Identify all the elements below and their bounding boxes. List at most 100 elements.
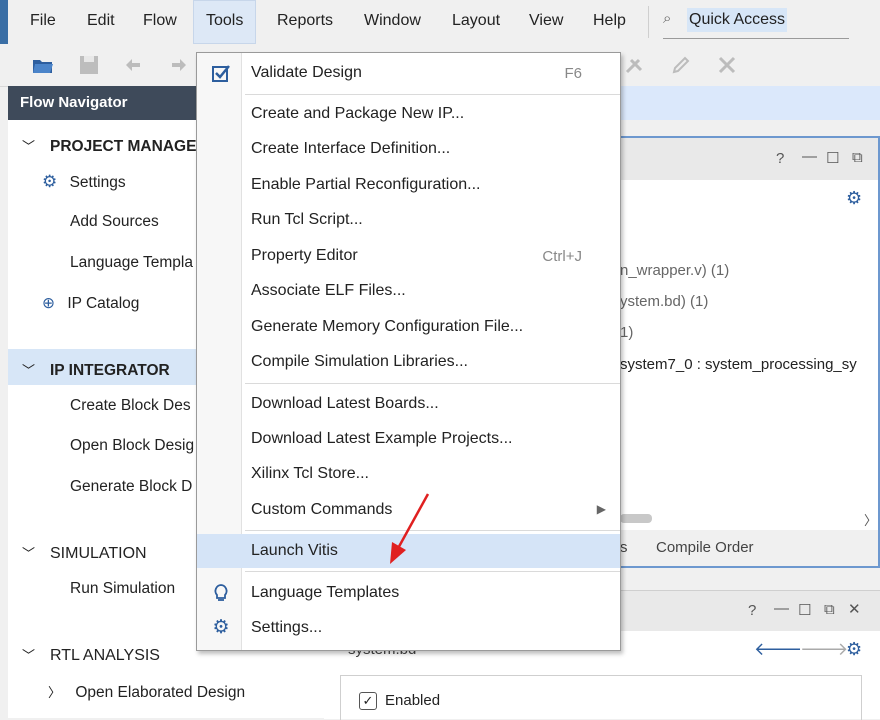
menu-item-download-boards[interactable]: Download Latest Boards... — [197, 387, 620, 421]
disabled-edit-icon[interactable] — [668, 52, 694, 78]
minimize-icon[interactable]: — — [774, 600, 789, 617]
source-line-wrapper[interactable]: n_wrapper.v) (1) — [620, 262, 729, 279]
enabled-checkbox[interactable]: ✓ — [359, 692, 377, 710]
float-icon[interactable]: ⧉ — [852, 149, 863, 166]
menu-separator — [245, 94, 620, 95]
menu-item-create-package-ip[interactable]: Create and Package New IP... — [197, 97, 620, 131]
nav-item-create-block-design[interactable]: Create Block Des — [70, 397, 191, 415]
menu-item-label: Enable Partial Reconfiguration... — [251, 176, 481, 193]
sources-tabs: s Compile Order — [620, 530, 878, 566]
properties-panel-header: ? — ☐ ⧉ ✕ — [620, 591, 880, 631]
menu-item-gen-memory-config[interactable]: Generate Memory Configuration File... — [197, 310, 620, 344]
scroll-right-icon[interactable]: 〉 — [864, 510, 877, 529]
menu-file[interactable]: File — [30, 12, 56, 30]
disabled-clear-icon[interactable] — [714, 52, 740, 78]
menu-layout[interactable]: Layout — [452, 12, 500, 30]
menu-item-label: Property Editor — [251, 247, 358, 264]
help-icon[interactable]: ? — [748, 602, 756, 619]
menu-item-label: Settings... — [251, 619, 323, 636]
nav-item-open-elaborated-design[interactable]: 〉 Open Elaborated Design — [48, 682, 245, 702]
tab-partial[interactable]: s — [620, 539, 628, 556]
enabled-label: Enabled — [385, 692, 441, 709]
menu-item-create-interface[interactable]: Create Interface Definition... — [197, 132, 620, 166]
menu-window[interactable]: Window — [364, 12, 421, 30]
disabled-tool-icon[interactable] — [622, 52, 648, 78]
chevron-down-icon: ﹀ — [22, 546, 36, 561]
undo-icon[interactable] — [120, 52, 146, 78]
nav-item-ip-catalog[interactable]: ⊕ IP Catalog — [42, 294, 139, 313]
menu-bar: File Edit Flow Tools Reports Window Layo… — [0, 0, 880, 44]
menu-item-partial-reconfig[interactable]: Enable Partial Reconfiguration... — [197, 168, 620, 202]
gear-icon[interactable]: ⚙ — [846, 188, 862, 209]
source-line-bd[interactable]: ystem.bd) (1) — [620, 293, 708, 310]
annotation-arrow — [390, 493, 430, 564]
menu-tools[interactable]: Tools — [193, 0, 257, 44]
quick-access-field[interactable]: ⌕ Quick Access — [663, 8, 849, 39]
nav-item-language-templates[interactable]: Language Templa — [70, 254, 193, 272]
float-icon[interactable]: ⧉ — [824, 601, 835, 618]
help-icon[interactable]: ? — [776, 150, 784, 167]
source-line-ps7[interactable]: system7_0 : system_processing_sy — [620, 356, 857, 373]
maximize-icon[interactable]: ☐ — [826, 149, 839, 167]
lightbulb-icon — [214, 584, 228, 601]
menu-flow[interactable]: Flow — [143, 12, 177, 30]
menu-item-label: Download Latest Example Projects... — [251, 430, 513, 447]
section-project-manager[interactable]: ﹀ PROJECT MANAGER — [22, 136, 208, 156]
menu-item-run-tcl[interactable]: Run Tcl Script... — [197, 203, 620, 237]
window-edge — [0, 0, 8, 44]
section-label: RTL ANALYSIS — [50, 647, 160, 664]
menu-item-label: Create and Package New IP... — [251, 105, 465, 122]
menu-item-label: Launch Vitis — [251, 542, 338, 559]
menu-item-settings[interactable]: ⚙ Settings... — [197, 611, 620, 645]
sources-panel-header: ? — ☐ ⧉ — [620, 138, 878, 180]
menu-item-property-editor[interactable]: Property Editor Ctrl+J — [197, 239, 620, 273]
source-line-count[interactable]: 1) — [620, 324, 633, 341]
menu-divider — [648, 6, 649, 38]
menu-separator — [245, 571, 620, 572]
nav-item-open-block-design[interactable]: Open Block Desig — [70, 437, 194, 455]
chevron-down-icon: ﹀ — [22, 648, 36, 663]
menu-item-shortcut: Ctrl+J — [542, 248, 582, 265]
menu-help[interactable]: Help — [593, 12, 626, 30]
gear-icon[interactable]: ⚙ — [846, 639, 862, 660]
validate-checkbox-icon — [212, 65, 230, 82]
open-folder-icon[interactable] — [30, 52, 56, 78]
section-rtl-analysis[interactable]: ﹀ RTL ANALYSIS — [22, 645, 160, 665]
menu-item-download-examples[interactable]: Download Latest Example Projects... — [197, 422, 620, 456]
minimize-icon[interactable]: — — [802, 148, 817, 165]
menu-edit[interactable]: Edit — [87, 12, 115, 30]
menu-item-label: Xilinx Tcl Store... — [251, 465, 369, 482]
menu-reports[interactable]: Reports — [277, 12, 333, 30]
nav-item-settings[interactable]: ⚙ Settings — [42, 172, 126, 192]
section-ip-integrator[interactable]: ﹀ IP INTEGRATOR — [22, 360, 170, 380]
chevron-down-icon: ﹀ — [22, 363, 36, 378]
submenu-arrow-icon: ▶ — [596, 502, 606, 516]
forward-arrow-icon[interactable]: 🡒 — [800, 639, 848, 660]
nav-item-generate-block-design[interactable]: Generate Block D — [70, 478, 192, 496]
menu-item-associate-elf[interactable]: Associate ELF Files... — [197, 274, 620, 308]
menu-item-label: Compile Simulation Libraries... — [251, 353, 468, 370]
menu-view[interactable]: View — [529, 12, 563, 30]
nav-item-label: IP Catalog — [67, 295, 140, 312]
horizontal-scrollbar-thumb[interactable] — [620, 514, 652, 523]
back-arrow-icon[interactable]: 🡐 — [754, 639, 802, 660]
nav-item-add-sources[interactable]: Add Sources — [70, 213, 159, 231]
nav-item-label: Open Elaborated Design — [75, 684, 246, 701]
menu-item-validate-design[interactable]: Validate Design F6 — [197, 56, 620, 90]
menu-item-tcl-store[interactable]: Xilinx Tcl Store... — [197, 457, 620, 491]
quick-access-text: Quick Access — [687, 8, 788, 32]
ip-catalog-icon: ⊕ — [42, 295, 55, 312]
menu-item-language-templates[interactable]: Language Templates — [197, 576, 620, 610]
nav-item-label: Settings — [69, 174, 126, 191]
save-icon[interactable] — [76, 52, 102, 78]
maximize-icon[interactable]: ☐ — [798, 601, 811, 619]
menu-item-compile-sim-libs[interactable]: Compile Simulation Libraries... — [197, 345, 620, 379]
close-icon[interactable]: ✕ — [848, 600, 861, 618]
section-simulation[interactable]: ﹀ SIMULATION — [22, 543, 147, 563]
menu-item-label: Language Templates — [251, 584, 400, 601]
tab-compile-order[interactable]: Compile Order — [656, 539, 754, 556]
redo-icon[interactable] — [166, 52, 192, 78]
gear-icon: ⚙ — [212, 617, 230, 638]
section-label: PROJECT MANAGER — [50, 138, 208, 155]
nav-item-run-simulation[interactable]: Run Simulation — [70, 580, 175, 598]
